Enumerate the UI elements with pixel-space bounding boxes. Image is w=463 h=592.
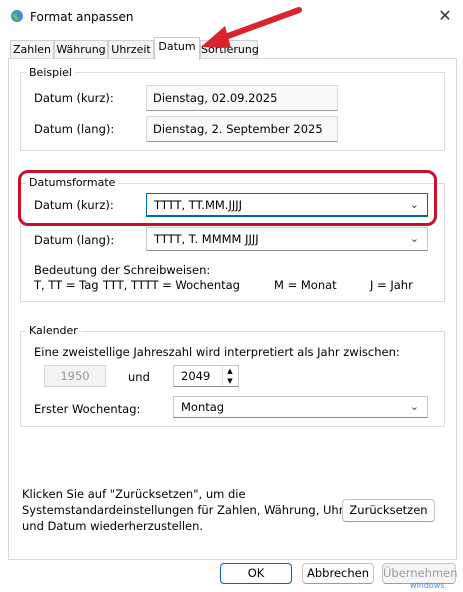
format-lang-label: Datum (lang):: [34, 233, 115, 247]
beispiel-lang-value: Dienstag, 2. September 2025: [146, 116, 338, 142]
twodigit-text: Eine zweistellige Jahreszahl wird interp…: [34, 345, 400, 359]
red-arrow-icon: [201, 7, 302, 48]
erster-wochentag-combo[interactable]: Montag ⌄: [173, 396, 428, 418]
watermark: windows: [410, 581, 445, 590]
erster-wochentag-label: Erster Wochentag:: [34, 402, 141, 416]
reset-text-1: Klicken Sie auf "Zurücksetzen", um die: [22, 487, 246, 501]
to-year-spinner[interactable]: 2049 ▲ ▼: [173, 365, 239, 387]
globe-icon: [11, 10, 23, 22]
reset-text-3: und Datum wiederherzustellen.: [22, 519, 204, 533]
legend-beispiel: Beispiel: [26, 66, 75, 79]
format-lang-value: TTTT, T. MMMM JJJJ: [154, 232, 259, 246]
tab-zahlen[interactable]: Zahlen: [10, 40, 54, 59]
window-title: Format anpassen: [30, 10, 134, 24]
beispiel-kurz-value: Dienstag, 02.09.2025: [146, 85, 338, 111]
erster-wochentag-value: Montag: [181, 400, 225, 414]
close-icon[interactable]: ✕: [436, 7, 454, 25]
legend-kalender: Kalender: [26, 324, 81, 337]
chevron-down-icon[interactable]: ⌄: [410, 397, 419, 417]
reset-text-2: Systemstandardeinstellungen für Zahlen, …: [22, 503, 365, 517]
bedeutung-monat: M = Monat: [274, 278, 337, 292]
tab-uhrzeit[interactable]: Uhrzeit: [108, 40, 154, 59]
from-year-field: 1950: [44, 365, 106, 387]
bedeutung-jahr: J = Jahr: [370, 278, 413, 292]
beispiel-lang-label: Datum (lang):: [34, 122, 115, 136]
legend-datumsformate: Datumsformate: [26, 176, 119, 189]
chevron-down-icon[interactable]: ⌄: [410, 228, 419, 250]
und-label: und: [128, 370, 150, 384]
to-year-value: 2049: [181, 369, 211, 383]
format-lang-combo[interactable]: TTTT, T. MMMM JJJJ ⌄: [146, 227, 428, 251]
tab-datum[interactable]: Datum: [154, 37, 200, 60]
cancel-button[interactable]: Abbrechen: [302, 563, 374, 584]
beispiel-kurz-label: Datum (kurz):: [34, 91, 114, 105]
bedeutung-title: Bedeutung der Schreibweisen:: [34, 263, 211, 277]
bedeutung-tag: T, TT = Tag: [34, 278, 99, 292]
spin-down-icon[interactable]: ▼: [223, 376, 237, 386]
spin-up-icon[interactable]: ▲: [223, 366, 237, 376]
bedeutung-wochentag: TTT, TTTT = Wochentag: [103, 278, 240, 292]
ok-button[interactable]: OK: [220, 563, 292, 584]
reset-button[interactable]: Zurücksetzen: [342, 499, 435, 522]
tab-waehrung[interactable]: Währung: [54, 40, 108, 59]
